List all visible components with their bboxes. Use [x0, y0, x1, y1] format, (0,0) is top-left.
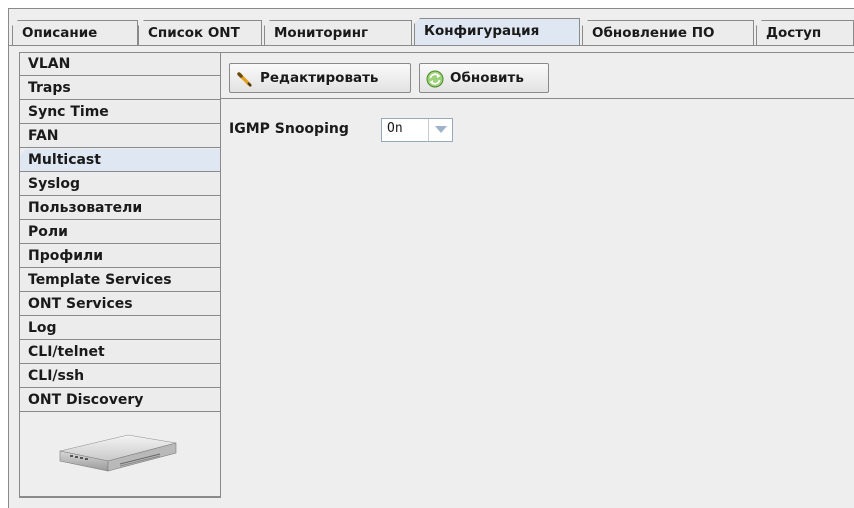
- tab-configuration[interactable]: Конфигурация: [414, 18, 580, 46]
- igmp-snooping-value: On: [387, 121, 403, 136]
- sidebar-item-users[interactable]: Пользователи: [20, 197, 220, 220]
- sidebar-item-log[interactable]: Log: [20, 317, 220, 340]
- sidebar-item-profiles[interactable]: Профили: [20, 245, 220, 268]
- sidebar-item-vlan[interactable]: VLAN: [20, 53, 220, 76]
- sidebar-item-traps[interactable]: Traps: [20, 77, 220, 100]
- sidebar-item-multicast[interactable]: Multicast: [20, 149, 220, 172]
- tab-description[interactable]: Описание: [12, 20, 138, 46]
- igmp-snooping-label: IGMP Snooping: [229, 121, 349, 137]
- sidebar-item-ont-discovery[interactable]: ONT Discovery: [20, 389, 220, 412]
- tab-monitoring[interactable]: Мониторинг: [264, 20, 412, 46]
- refresh-button[interactable]: Обновить: [419, 63, 549, 93]
- sidebar-item-roles[interactable]: Роли: [20, 221, 220, 244]
- olt-device-icon: [59, 434, 177, 472]
- pencil-icon: [237, 72, 252, 87]
- tab-firmware-update[interactable]: Обновление ПО: [582, 20, 754, 46]
- chevron-down-icon: [435, 126, 447, 133]
- tab-ont-list[interactable]: Список ONT: [138, 20, 262, 46]
- multicast-settings: IGMP Snooping On: [221, 100, 854, 499]
- edit-button-label: Редактировать: [260, 70, 379, 86]
- toolbar: Редактировать Обновить: [221, 53, 854, 99]
- sidebar-item-template-services[interactable]: Template Services: [20, 269, 220, 292]
- igmp-snooping-select[interactable]: On: [381, 118, 453, 142]
- sidebar-item-syslog[interactable]: Syslog: [20, 173, 220, 196]
- refresh-icon: [426, 70, 444, 88]
- tab-access[interactable]: Доступ: [756, 20, 854, 46]
- main-tabs: Описание Список ONT Мониторинг Конфигура…: [8, 12, 854, 46]
- sidebar-item-cli-telnet[interactable]: CLI/telnet: [20, 341, 220, 364]
- dropdown-arrow[interactable]: [428, 119, 452, 141]
- edit-button[interactable]: Редактировать: [229, 63, 411, 93]
- sidebar-item-fan[interactable]: FAN: [20, 125, 220, 148]
- refresh-button-label: Обновить: [450, 70, 524, 86]
- sidebar-item-cli-ssh[interactable]: CLI/ssh: [20, 365, 220, 388]
- sidebar: VLAN Traps Sync Time FAN Multicast Syslo…: [19, 52, 221, 498]
- content-panel: Редактировать Обновить IGMP Snooping On: [221, 52, 854, 499]
- device-image-box: [20, 415, 220, 497]
- tab-divider: [8, 45, 854, 46]
- sidebar-item-sync-time[interactable]: Sync Time: [20, 101, 220, 124]
- sidebar-item-ont-services[interactable]: ONT Services: [20, 293, 220, 316]
